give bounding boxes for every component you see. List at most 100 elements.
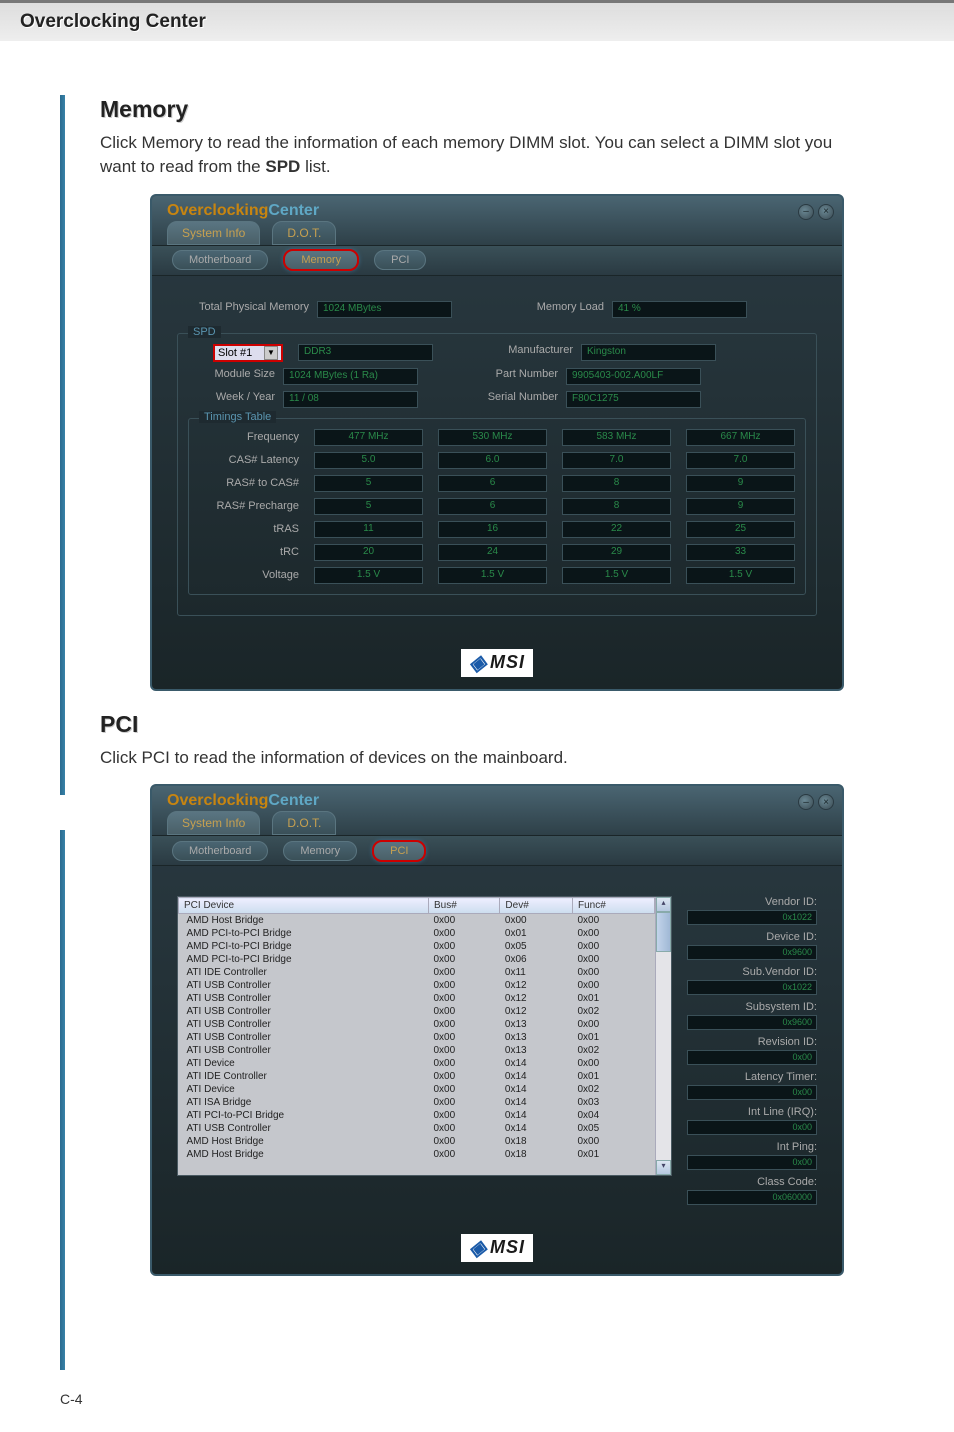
table-row[interactable]: ATI USB Controller0x000x140x05 <box>179 1122 655 1135</box>
subtab-pci[interactable]: PCI <box>374 250 426 270</box>
app-logo: OverclockingCenter <box>167 202 319 220</box>
minimize-button[interactable]: – <box>798 204 814 220</box>
scroll-thumb[interactable] <box>656 912 671 952</box>
table-row[interactable]: ATI PCI-to-PCI Bridge0x000x140x04 <box>179 1109 655 1122</box>
table-cell: 0x05 <box>500 940 573 953</box>
section-title: Overclocking Center <box>0 11 954 33</box>
table-row[interactable]: ATI USB Controller0x000x120x02 <box>179 1005 655 1018</box>
table-header[interactable]: Bus# <box>429 898 500 914</box>
timing-value: 583 MHz <box>562 429 671 446</box>
table-cell: 0x00 <box>429 1135 500 1148</box>
table-cell: 0x00 <box>429 1070 500 1083</box>
pci-detail-label: Int Line (IRQ): <box>687 1106 817 1118</box>
table-cell: 0x05 <box>573 1122 655 1135</box>
spd-fieldset: SPD Slot #1 ▼ DDR3 Manufacturer Kingston… <box>177 333 817 616</box>
pci-detail-value: 0x1022 <box>687 980 817 995</box>
scroll-down-icon[interactable]: ▾ <box>656 1160 671 1175</box>
timing-value: 16 <box>438 521 547 538</box>
table-row[interactable]: AMD Host Bridge0x000x180x01 <box>179 1148 655 1161</box>
subtab-pci[interactable]: PCI <box>372 840 426 862</box>
timing-value: 22 <box>562 521 671 538</box>
table-cell: 0x13 <box>500 1031 573 1044</box>
pci-detail-item: Class Code:0x060000 <box>687 1176 817 1205</box>
scroll-up-icon[interactable]: ▴ <box>656 897 671 912</box>
pci-detail-value: 0x1022 <box>687 910 817 925</box>
timing-value: 5.0 <box>314 452 423 469</box>
table-row[interactable]: ATI USB Controller0x000x120x01 <box>179 992 655 1005</box>
table-row[interactable]: AMD PCI-to-PCI Bridge0x000x050x00 <box>179 940 655 953</box>
pci-detail-value: 0x9600 <box>687 945 817 960</box>
app-logo: OverclockingCenter <box>167 792 319 810</box>
subtab-motherboard[interactable]: Motherboard <box>172 250 268 270</box>
close-button[interactable]: × <box>818 794 834 810</box>
memory-load-label: Memory Load <box>522 301 612 318</box>
table-row[interactable]: AMD Host Bridge0x000x000x00 <box>179 914 655 928</box>
table-cell: 0x00 <box>573 1135 655 1148</box>
table-cell: 0x14 <box>500 1070 573 1083</box>
subtab-memory[interactable]: Memory <box>283 249 359 271</box>
serial-number-label: Serial Number <box>478 391 566 408</box>
tab-dot[interactable]: D.O.T. <box>272 221 336 245</box>
timing-value: 8 <box>562 498 671 515</box>
table-cell: 0x02 <box>573 1005 655 1018</box>
pci-detail-value: 0x00 <box>687 1085 817 1100</box>
tab-system-info[interactable]: System Info <box>167 221 260 245</box>
subtab-motherboard[interactable]: Motherboard <box>172 841 268 861</box>
table-cell: 0x13 <box>500 1044 573 1057</box>
table-cell: 0x00 <box>573 1018 655 1031</box>
table-row[interactable]: ATI USB Controller0x000x130x01 <box>179 1031 655 1044</box>
table-row[interactable]: AMD PCI-to-PCI Bridge0x000x060x00 <box>179 953 655 966</box>
table-cell: 0x06 <box>500 953 573 966</box>
timings-legend: Timings Table <box>199 411 276 423</box>
table-cell: 0x00 <box>429 1109 500 1122</box>
table-row[interactable]: ATI USB Controller0x000x130x02 <box>179 1044 655 1057</box>
week-year-value: 11 / 08 <box>283 391 418 408</box>
table-header[interactable]: Func# <box>573 898 655 914</box>
memory-type-value: DDR3 <box>298 344 433 361</box>
table-row[interactable]: AMD Host Bridge0x000x180x00 <box>179 1135 655 1148</box>
table-header[interactable]: Dev# <box>500 898 573 914</box>
table-header[interactable]: PCI Device <box>179 898 429 914</box>
table-cell: 0x01 <box>573 1031 655 1044</box>
timings-table: Frequency477 MHz530 MHz583 MHz667 MHzCAS… <box>199 429 795 584</box>
table-cell: 0x14 <box>500 1109 573 1122</box>
table-cell: 0x12 <box>500 992 573 1005</box>
timing-label: Frequency <box>199 431 299 443</box>
table-cell: 0x00 <box>429 992 500 1005</box>
minimize-button[interactable]: – <box>798 794 814 810</box>
tab-system-info[interactable]: System Info <box>167 811 260 835</box>
logo-center: Center <box>268 202 319 219</box>
table-row[interactable]: ATI USB Controller0x000x120x00 <box>179 979 655 992</box>
table-row[interactable]: ATI USB Controller0x000x130x00 <box>179 1018 655 1031</box>
timing-value: 24 <box>438 544 547 561</box>
table-row[interactable]: ATI Device0x000x140x00 <box>179 1057 655 1070</box>
table-cell: 0x00 <box>573 927 655 940</box>
close-button[interactable]: × <box>818 204 834 220</box>
sub-tabs: Motherboard Memory PCI <box>152 246 842 276</box>
table-cell: 0x00 <box>429 1057 500 1070</box>
timing-value: 8 <box>562 475 671 492</box>
table-row[interactable]: ATI IDE Controller0x000x140x01 <box>179 1070 655 1083</box>
subtab-memory[interactable]: Memory <box>283 841 357 861</box>
pci-details-panel: Vendor ID:0x1022Device ID:0x9600Sub.Vend… <box>687 896 817 1211</box>
table-row[interactable]: AMD PCI-to-PCI Bridge0x000x010x00 <box>179 927 655 940</box>
table-cell: 0x00 <box>429 1018 500 1031</box>
pci-device-table[interactable]: PCI DeviceBus#Dev#Func#AMD Host Bridge0x… <box>178 897 655 1161</box>
table-row[interactable]: ATI ISA Bridge0x000x140x03 <box>179 1096 655 1109</box>
table-cell: AMD PCI-to-PCI Bridge <box>179 940 429 953</box>
timing-value: 6 <box>438 475 547 492</box>
table-cell: ATI USB Controller <box>179 1018 429 1031</box>
manufacturer-value: Kingston <box>581 344 716 361</box>
table-cell: 0x00 <box>500 914 573 928</box>
window-controls: – × <box>798 204 834 220</box>
timing-value: 20 <box>314 544 423 561</box>
table-row[interactable]: ATI IDE Controller0x000x110x00 <box>179 966 655 979</box>
table-row[interactable]: ATI Device0x000x140x02 <box>179 1083 655 1096</box>
scrollbar[interactable]: ▴ ▾ <box>655 897 671 1175</box>
table-cell: ATI IDE Controller <box>179 1070 429 1083</box>
slot-dropdown[interactable]: Slot #1 ▼ <box>213 344 283 362</box>
memory-description: Click Memory to read the information of … <box>100 131 864 179</box>
tab-dot[interactable]: D.O.T. <box>272 811 336 835</box>
spd-row: Module Size 1024 MBytes (1 Ra) Part Numb… <box>188 368 806 385</box>
table-cell: 0x00 <box>429 1122 500 1135</box>
